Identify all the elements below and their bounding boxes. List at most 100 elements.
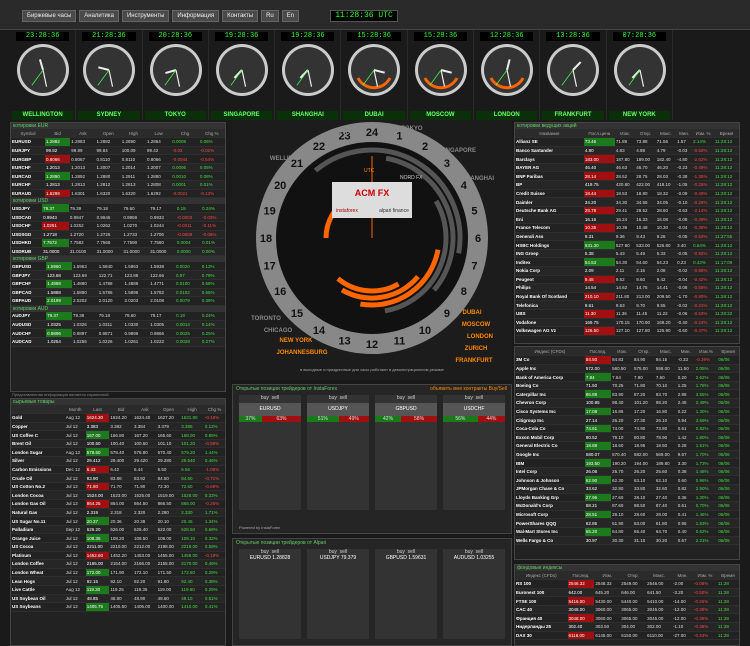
column-header[interactable]: Chg %	[198, 129, 225, 139]
table-row[interactable]: Platinum Jul 12 1452.60 1452.20 1453.00 1455.…	[11, 551, 225, 561]
table-row[interactable]: AUDCAD 1.0254 1.0256 1.0226 1.0261 1.0222 0.00…	[11, 337, 225, 347]
column-header[interactable]: Откр.	[620, 571, 647, 581]
column-header[interactable]: Макс.	[654, 347, 677, 357]
table-row[interactable]: Brent Oil Jul 12 100.50 100.40 100.60 101.10 1…	[11, 439, 225, 449]
table-row[interactable]: London Sugar Aug 12 578.60 578.40 578.80 570.…	[11, 447, 225, 458]
table-row[interactable]: IBM 193.50 190.20 194.00 189.80 3.30 1.73% 06/0…	[515, 458, 739, 468]
table-row[interactable]: GBPJPY 123.68 123.69 122.71 123.88 122.66 0.97…	[11, 270, 225, 280]
table-row[interactable]: Chevron Corp 100.85 98.40 101.20 98.20 2.45 2.…	[515, 398, 739, 408]
table-row[interactable]: EURUSD 1.2882 1.2883 1.2882 1.2890 1.2864 0.00…	[11, 137, 225, 147]
table-row[interactable]: Philips 14.54 14.62 14.75 14.41 -0.08 -0.55% 11…	[515, 283, 739, 293]
table-row[interactable]: Lloyds Banking Grp 27.96 27.60 28.10 27.40 0.…	[515, 493, 739, 503]
position-column[interactable]: buy sell USDCHF 56% 44%	[443, 395, 505, 510]
table-row[interactable]: Lean Hogs Jul 12 92.15 92.10 92.20 91.80 92.40…	[11, 576, 225, 586]
positions-hint[interactable]: объявить мне контракты Buy/Sell	[430, 386, 507, 392]
alpari-column[interactable]: buy sell AUDUSD 1.03255	[443, 549, 505, 639]
table-row[interactable]: Vodafone 169.75 170.15 170.90 169.20 -0.40 -0.…	[515, 318, 739, 328]
column-header[interactable]: Время	[716, 571, 739, 581]
column-header[interactable]: Название	[515, 129, 584, 139]
position-column[interactable]: buy sell GBPUSD 42% 58%	[375, 395, 437, 510]
column-header[interactable]: Послед.	[584, 347, 612, 357]
table-row[interactable]: London Wheat Jul 12 172.00 171.90 172.10 171.…	[11, 568, 225, 578]
table-row[interactable]: GBPCAD 1.5888 1.5890 1.5786 1.5896 1.5782 0.01…	[11, 288, 225, 298]
nav-contacts[interactable]: Контакты	[222, 10, 259, 22]
table-row[interactable]: Johnson & Johnson 62.90 62.30 63.10 62.10 0.6…	[515, 475, 739, 485]
table-row[interactable]: US Cocoa Jul 12 2211.00 2210.00 2212.00 2198.…	[11, 542, 225, 552]
table-row[interactable]: USDCHF 1.0251 1.0252 1.0262 1.0270 1.0244 -0.0…	[11, 221, 225, 231]
table-row[interactable]: Telefonica 9.61 9.63 9.70 9.55 -0.02 -0.21% 11:…	[515, 300, 739, 310]
column-header[interactable]: Макс.	[655, 129, 677, 139]
table-row[interactable]: Live Cattle Aug 12 119.30 119.25 119.35 119.0…	[11, 585, 225, 595]
table-row[interactable]: Orange Juice Jul 12 108.35 108.20 108.50 108.…	[11, 533, 225, 543]
table-row[interactable]: Eni 16.16 16.24 16.33 16.08 -0.08 -0.49% 11:28:…	[515, 214, 739, 225]
table-row[interactable]: Франция 40 3048.00 3060.00 3065.00 3045.00 -1…	[515, 613, 739, 624]
table-row[interactable]: Wal-Mart Stores Inc 65.20 64.80 65.40 64.70 0…	[515, 527, 739, 537]
column-header[interactable]: Индекс (CFDs)	[515, 347, 585, 357]
partner-alpari[interactable]: alpari finance	[379, 208, 409, 214]
column-header[interactable]: Low	[145, 129, 172, 139]
column-header[interactable]: Изм. %	[692, 129, 715, 139]
table-row[interactable]: AUDJPY 79.37 79.39 79.18 79.60 79.17 0.19 0.24%	[11, 311, 225, 321]
table-row[interactable]: Volkswagen AG Vz 126.50 127.10 127.80 125.90…	[515, 326, 739, 336]
column-header[interactable]: Ask	[70, 129, 96, 139]
table-row[interactable]: US Cotton No.2 Jul 12 71.80 71.70 71.90 72.30…	[11, 482, 225, 492]
table-row[interactable]: Inditex 54.53 54.30 54.60 54.23 0.23 0.42% 11:1…	[515, 257, 739, 267]
column-header[interactable]: Индекс (CFDs)	[515, 571, 568, 581]
column-header[interactable]: High	[120, 129, 146, 139]
column-header[interactable]: Ask	[133, 405, 157, 415]
table-row[interactable]: Gold Aug 12 1624.30 1624.20 1624.40 1627.20 16…	[11, 413, 225, 423]
table-row[interactable]: RS 100 2546.32 2548.32 2549.00 2546.00 -2.00-…	[515, 579, 739, 589]
table-row[interactable]: Peugeot 9.48 9.52 9.60 9.42 -0.04 -0.42% 11:28:…	[515, 275, 739, 285]
nav-information[interactable]: Информация	[172, 10, 220, 22]
table-row[interactable]: Royal Bank Of Scotland 210.10 211.80 213.00…	[515, 292, 739, 302]
column-header[interactable]: Bid	[45, 129, 71, 139]
table-row[interactable]: Нидерланды 25 302.40 303.50 304.00 302.00 -1.…	[515, 622, 739, 632]
alpari-column[interactable]: buy sell GBPUSD 1.59631	[375, 549, 437, 639]
table-row[interactable]: Nokia Corp 2.09 2.11 2.16 2.08 -0.02 -0.95% 11:…	[515, 266, 739, 276]
column-header[interactable]: Chg %	[203, 405, 225, 415]
table-row[interactable]: Coca-Cola Co 74.61 74.00 74.90 73.80 0.61 0.82…	[515, 424, 739, 434]
table-row[interactable]: BP 419.75 420.80 422.00 418.10 -1.05 -0.25% 11:…	[515, 180, 739, 190]
alpari-column[interactable]: buy sell EURUSD 1.28828	[239, 549, 301, 639]
table-row[interactable]: DAX 30 6118.00 6145.00 6150.00 6110.00 -27.00…	[515, 631, 739, 641]
table-row[interactable]: EURCHF 1.2013 1.2013 1.2007 1.2014 1.2007 0.00…	[11, 163, 225, 173]
lang-en[interactable]: En	[281, 10, 300, 22]
column-header[interactable]: Время	[714, 129, 739, 139]
table-row[interactable]: AUDCHF 0.9896 0.9897 0.9871 0.9899 0.9866 0.00…	[11, 328, 225, 339]
table-row[interactable]: Microsoft Corp 28.51 28.10 28.60 28.00 0.41 1.…	[515, 510, 739, 520]
table-row[interactable]: USDJPY 79.37 79.39 79.18 79.60 79.17 0.19 0.24%	[11, 204, 225, 214]
table-row[interactable]: EURGBP 0.8066 0.8067 0.8110 0.8110 0.8066 -0.0…	[11, 154, 225, 164]
column-header[interactable]: Мин.	[676, 129, 693, 139]
table-row[interactable]: Palladium Sep 12 626.20 626.00 626.40 622.00 6…	[11, 525, 225, 535]
table-row[interactable]: EURAUD 1.6299 1.6301 1.6320 1.6320 1.6292 -0.0…	[11, 189, 225, 199]
column-header[interactable]: Bid	[109, 405, 133, 415]
table-row[interactable]: Natural Gas Jul 12 2.319 2.318 2.320 2.280 2.3…	[11, 508, 225, 518]
table-row[interactable]: Silver Jul 12 29.412 29.400 29.420 29.280 29.5…	[11, 456, 225, 466]
table-row[interactable]: GBPUSD 1.5960 1.5963 1.5940 1.5963 1.5938 0.00…	[11, 262, 225, 272]
column-header[interactable]: Open	[156, 405, 181, 415]
column-header[interactable]: Откр.	[635, 129, 656, 139]
column-header[interactable]: Open	[95, 129, 121, 139]
table-row[interactable]: USDHKD 7.7572 7.7582 7.7568 7.7590 7.7560 0.00…	[11, 238, 225, 248]
table-row[interactable]: Euronext 100 642.00 645.20 646.00 641.50 -3.2…	[515, 588, 739, 598]
column-header[interactable]: Макс.	[646, 571, 673, 581]
table-row[interactable]: McDonald's Corp 88.21 87.60 88.50 87.40 0.61 0…	[515, 501, 739, 511]
table-row[interactable]: Boeing Co 71.50 70.25 71.80 70.10 1.25 1.78% 06…	[515, 381, 739, 391]
table-row[interactable]: Google Inc 580.07 570.40 582.00 569.00 9.67 1.…	[515, 450, 739, 460]
column-header[interactable]: Мин.	[676, 347, 695, 357]
table-row[interactable]: EURJPY 99.82 99.89 99.84 100.09 99.42 -0.02 -0.…	[11, 146, 225, 156]
table-row[interactable]: Banco Santander 4.80 4.83 4.88 4.79 -0.03 -0.6…	[515, 146, 739, 156]
nav-tools[interactable]: Инструменты	[121, 10, 170, 22]
table-row[interactable]: London Gas Oil Jul 12 864.25 864.00 864.50 86…	[11, 499, 225, 509]
column-header[interactable]: Откр.	[632, 347, 655, 357]
column-header[interactable]: High	[180, 405, 204, 415]
table-row[interactable]: EURCAD 1.2890 1.2892 1.2880 1.2911 1.2880 0.00…	[11, 171, 225, 182]
column-header[interactable]: Изм.	[594, 571, 621, 581]
table-row[interactable]: USDCAD 0.9943 0.9947 0.9946 0.9959 0.9933 -0.0…	[11, 212, 225, 222]
lang-ru[interactable]: Ru	[261, 10, 279, 22]
table-row[interactable]: Credit Suisse 18.44 18.53 18.80 18.32 -0.09 -0…	[515, 189, 739, 199]
table-row[interactable]: General Electric Co 18.88 18.60 18.95 18.50 0…	[515, 441, 739, 451]
table-row[interactable]: USDSGD 1.2718 1.2720 1.2726 1.2733 1.2706 -0.0…	[11, 230, 225, 240]
table-row[interactable]: Intel Corp 26.08 25.70 26.20 25.60 0.38 1.48% 0…	[515, 467, 739, 477]
table-row[interactable]: CAC 40 3048.00 3060.00 3065.00 3045.00 -12.00…	[515, 605, 739, 615]
